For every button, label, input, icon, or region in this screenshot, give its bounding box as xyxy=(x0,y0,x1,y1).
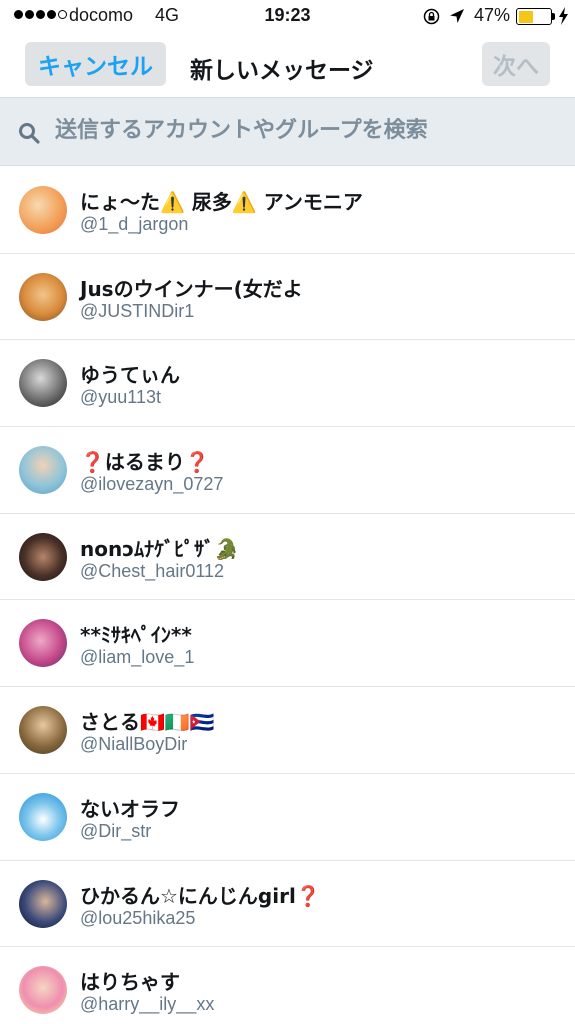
list-item[interactable]: ゆうてぃん @yuu113t xyxy=(0,340,575,428)
user-name: にょ〜た⚠️ 尿多⚠️ アンモニア xyxy=(80,190,363,214)
user-handle: @JUSTINDir1 xyxy=(80,300,195,321)
user-name: はりちゃす xyxy=(80,970,180,995)
user-handle: @Chest_hair0112 xyxy=(80,560,225,581)
battery-percentage: 47% xyxy=(474,5,511,25)
avatar xyxy=(19,619,67,668)
user-handle: @harry__ily__xx xyxy=(80,994,215,1015)
list-item[interactable]: はりちゃす @harry__ily__xx xyxy=(0,947,575,1024)
user-list: にょ〜た⚠️ 尿多⚠️ アンモニア @1_d_jargon Jusのウインナー(… xyxy=(0,167,575,1024)
location-arrow-icon xyxy=(450,9,464,23)
avatar xyxy=(19,706,67,755)
user-handle: @lou25hika25 xyxy=(80,907,196,928)
avatar xyxy=(19,359,67,408)
user-handle: @yuu113t xyxy=(80,387,161,408)
list-item[interactable]: にょ〜た⚠️ 尿多⚠️ アンモニア @1_d_jargon xyxy=(0,167,575,254)
list-item[interactable]: ひかるん☆にんじんgirl❓ @lou25hika25 xyxy=(0,861,575,948)
avatar xyxy=(19,966,67,1015)
page-title: 新しいメッセージ xyxy=(190,58,374,84)
user-name: nonↄﾑﾅｹﾞﾋﾟｻﾞ🐊 xyxy=(80,536,239,561)
user-handle: @Dir_str xyxy=(80,820,152,841)
user-name: **ﾐｻｷﾍﾟｲﾝ** xyxy=(80,623,192,648)
search-icon xyxy=(19,123,40,144)
user-name: ❓はるまり❓ xyxy=(80,450,210,475)
charging-bolt-icon xyxy=(559,7,568,25)
list-item[interactable]: ないオラフ @Dir_str xyxy=(0,774,575,861)
battery-icon xyxy=(516,8,552,25)
user-name: さとる🇨🇦🇮🇪🇨🇺 xyxy=(80,710,215,735)
nav-bar: キャンセル 新しいメッセージ 次へ xyxy=(0,34,575,98)
list-item[interactable]: さとる🇨🇦🇮🇪🇨🇺 @NiallBoyDir xyxy=(0,687,575,774)
avatar xyxy=(19,186,67,234)
user-handle: @ilovezayn_0727 xyxy=(80,474,224,495)
user-name: Jusのウインナー(女だよ xyxy=(80,276,303,301)
battery-tip xyxy=(552,13,555,20)
user-handle: @1_d_jargon xyxy=(80,214,189,234)
list-item[interactable]: Jusのウインナー(女だよ @JUSTINDir1 xyxy=(0,254,575,341)
user-handle: @liam_love_1 xyxy=(80,647,195,668)
search-bar xyxy=(0,98,575,166)
avatar xyxy=(19,792,67,841)
list-item[interactable]: nonↄﾑﾅｹﾞﾋﾟｻﾞ🐊 @Chest_hair0112 xyxy=(0,514,575,601)
avatar xyxy=(19,272,67,321)
cancel-button[interactable]: キャンセル xyxy=(25,42,166,86)
avatar xyxy=(19,879,67,928)
rotation-lock-icon xyxy=(423,8,440,25)
avatar xyxy=(19,532,67,581)
avatar xyxy=(19,446,67,495)
user-name: ひかるん☆にんじんgirl❓ xyxy=(80,883,321,908)
list-item[interactable]: **ﾐｻｷﾍﾟｲﾝ** @liam_love_1 xyxy=(0,600,575,688)
user-name: ゆうてぃん xyxy=(80,363,180,388)
user-handle: @NiallBoyDir xyxy=(80,734,188,755)
list-item[interactable]: ❓はるまり❓ @ilovezayn_0727 xyxy=(0,427,575,514)
status-bar: docomo 4G 19:23 47% xyxy=(0,0,575,34)
next-button[interactable]: 次へ xyxy=(482,42,550,86)
user-name: ないオラフ xyxy=(80,796,180,821)
search-input[interactable] xyxy=(55,118,555,143)
